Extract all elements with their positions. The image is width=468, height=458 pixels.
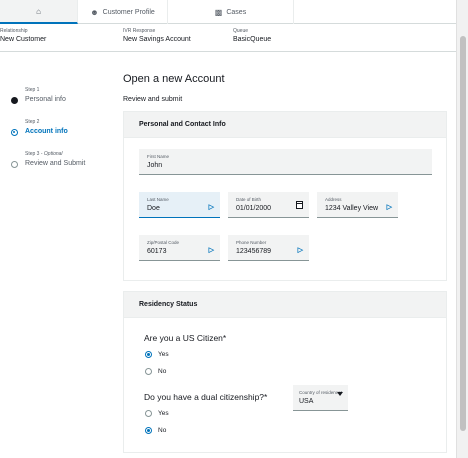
tab-label: Customer Profile	[102, 8, 155, 16]
step-name: Review and Submit	[25, 160, 86, 167]
attribute-key: Queue	[233, 28, 249, 34]
step-name: Personal info	[25, 96, 66, 103]
country-of-residence-select[interactable]: Country of residence* USA	[293, 385, 348, 411]
play-icon[interactable]: ▷	[298, 246, 303, 254]
dual-citizenship-yes-radio[interactable]: Yes	[145, 410, 169, 417]
step-optional-label: Optional	[43, 151, 63, 157]
dual-citizenship-question: Do you have a dual citizenship?*	[144, 392, 268, 402]
radio-label: Yes	[158, 410, 169, 417]
zip-code-field[interactable]: Zip/Postal Code 60173 ▷	[139, 235, 220, 261]
attribute-key: Relationship	[0, 28, 28, 34]
attribute-ivr-response: IVR Response New Savings Account	[123, 28, 191, 43]
page-title: Open a new Account	[123, 73, 225, 85]
last-name-field[interactable]: Last Name Doe ▷	[139, 192, 220, 218]
field-label: First Name	[147, 154, 170, 159]
date-of-birth-field[interactable]: Date of Birth 01/01/2000	[228, 192, 309, 218]
tab-cases[interactable]: ▩ Cases	[168, 0, 294, 24]
step-complete-icon	[11, 97, 18, 104]
first-name-field[interactable]: First Name John	[139, 149, 432, 175]
step-name: Account info	[25, 128, 68, 135]
attribute-relationship: Relationship New Customer	[0, 28, 46, 43]
card-header: Personal and Contact Info	[124, 112, 446, 138]
page-subtitle: Review and submit	[123, 96, 183, 103]
field-label: Zip/Postal Code	[147, 240, 180, 245]
radio-label: No	[158, 368, 167, 375]
dual-citizenship-no-radio[interactable]: No	[145, 427, 166, 434]
profile-icon: ☻	[90, 7, 99, 17]
play-icon[interactable]: ▷	[209, 203, 214, 211]
step-account-info[interactable]: Step 2 Account info	[8, 119, 118, 150]
step-number: Step 3 - Optional	[25, 151, 63, 157]
radio-selected-icon	[145, 427, 152, 434]
phone-number-field[interactable]: Phone Number 123456789 ▷	[228, 235, 309, 261]
field-value: John	[147, 162, 163, 169]
tab-bar: ⌂ ☻ Customer Profile ▩ Cases	[0, 0, 456, 24]
attribute-value: New Customer	[0, 36, 47, 43]
address-field[interactable]: Address 1234 Valley View ▷	[317, 192, 398, 218]
tab-customer-profile[interactable]: ☻ Customer Profile	[78, 0, 168, 24]
field-label: Phone Number	[236, 240, 267, 245]
attribute-key: IVR Response	[123, 28, 156, 34]
residency-status-card: Residency Status Are you a US Citizen* Y…	[123, 291, 447, 453]
play-icon[interactable]: ▷	[209, 246, 214, 254]
attribute-value: BasicQueue	[233, 36, 272, 43]
contact-attributes: Relationship New Customer IVR Response N…	[0, 24, 456, 52]
cases-icon: ▩	[214, 7, 223, 17]
calendar-icon[interactable]	[296, 201, 303, 209]
wizard-stepper: Step 1 Personal info Step 2 Account info…	[8, 86, 118, 182]
step-current-icon	[11, 129, 18, 136]
chevron-down-icon	[337, 392, 343, 396]
step-number: Step 2	[25, 119, 40, 125]
tab-home[interactable]: ⌂	[0, 0, 78, 24]
scrollbar-thumb[interactable]	[460, 36, 466, 431]
radio-unselected-icon	[145, 368, 152, 375]
step-number: Step 1	[25, 87, 40, 93]
attribute-value: New Savings Account	[123, 36, 191, 43]
radio-label: Yes	[158, 351, 169, 358]
radio-selected-icon	[145, 351, 152, 358]
field-value: USA	[299, 398, 314, 405]
radio-label: No	[158, 427, 167, 434]
step-personal-info[interactable]: Step 1 Personal info	[8, 87, 118, 118]
field-label: Address	[325, 197, 342, 202]
play-icon[interactable]: ▷	[387, 203, 392, 211]
us-citizen-question: Are you a US Citizen*	[144, 333, 227, 343]
attribute-queue: Queue BasicQueue	[233, 28, 271, 43]
us-citizen-yes-radio[interactable]: Yes	[145, 351, 169, 358]
us-citizen-no-radio[interactable]: No	[145, 368, 166, 375]
card-header: Residency Status	[124, 292, 446, 318]
field-label: Last Name	[147, 197, 169, 202]
step-pending-icon	[11, 161, 18, 168]
radio-unselected-icon	[145, 410, 152, 417]
tab-label: Cases	[226, 8, 247, 16]
scrollbar[interactable]	[456, 0, 468, 458]
personal-info-card: Personal and Contact Info First Name Joh…	[123, 111, 447, 281]
home-icon: ⌂	[36, 6, 41, 16]
step-review-submit[interactable]: Step 3 - Optional Review and Submit	[8, 151, 118, 182]
